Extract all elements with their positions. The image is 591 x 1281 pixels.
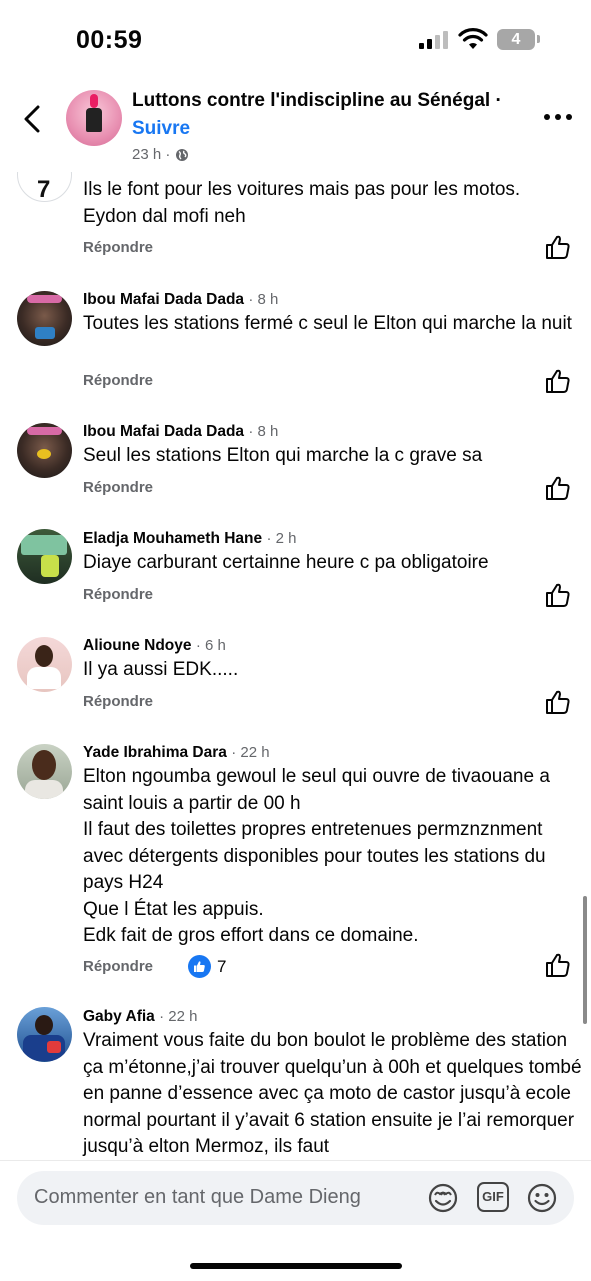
comment-author-line: Alioune Ndoye · 6 h — [83, 637, 226, 655]
comment-input[interactable]: Commenter en tant que Dame Dieng GIF — [17, 1171, 574, 1225]
comment-author-line: Yade Ibrahima Dara · 22 h — [83, 744, 270, 762]
comment-time: · 6 h — [195, 637, 226, 654]
follow-button[interactable]: Suivre — [132, 118, 190, 140]
comment-author[interactable]: Ibou Mafai Dada Dada — [83, 423, 244, 440]
commenter-avatar[interactable]: 7 — [17, 172, 72, 202]
reply-button[interactable]: Répondre — [83, 586, 153, 603]
comment-author[interactable]: Ibou Mafai Dada Dada — [83, 291, 244, 308]
like-icon[interactable] — [545, 582, 571, 608]
commenter-avatar[interactable] — [17, 291, 72, 346]
gif-label: GIF — [482, 1189, 504, 1204]
reply-button[interactable]: Répondre — [83, 239, 153, 256]
comment-time: · 22 h — [159, 1008, 198, 1025]
reaction-summary[interactable]: 7 — [188, 955, 226, 978]
comment-composer: Commenter en tant que Dame Dieng GIF — [0, 1160, 591, 1281]
wifi-icon — [458, 28, 488, 49]
post-time: 23 h · — [132, 146, 171, 163]
reply-button[interactable]: Répondre — [83, 958, 153, 975]
comment-text: Seul les stations Elton qui marche la c … — [83, 445, 483, 466]
comment-author-line: Ibou Mafai Dada Dada · 8 h — [83, 423, 278, 441]
comment-time: · 8 h — [248, 291, 279, 308]
comments-list: 7 Ils le font pour les voitures mais pas… — [0, 172, 591, 1160]
comment-author-line: Gaby Afia · 22 h — [83, 1008, 197, 1026]
cellular-signal-icon — [419, 31, 449, 49]
like-icon[interactable] — [545, 689, 571, 715]
more-options-icon[interactable] — [544, 114, 572, 122]
comment-text: Vraiment vous faite du bon boulot le pro… — [83, 1030, 582, 1157]
comment-time: · 22 h — [231, 744, 270, 761]
like-icon[interactable] — [545, 234, 571, 260]
battery-icon: 4 — [497, 29, 535, 50]
battery-tip — [537, 35, 540, 43]
home-indicator[interactable] — [190, 1263, 402, 1269]
commenter-avatar[interactable] — [17, 637, 72, 692]
reply-button[interactable]: Répondre — [83, 372, 153, 389]
comment-text: Diaye carburant certainne heure c pa obl… — [83, 552, 489, 573]
comment-text: Il ya aussi EDK..... — [83, 659, 239, 680]
comment-author[interactable]: Eladja Mouhameth Hane — [83, 530, 262, 547]
status-bar: 00:59 4 — [0, 0, 591, 80]
emoji-icon[interactable] — [526, 1182, 558, 1214]
comment-time: · 8 h — [248, 423, 279, 440]
gif-icon[interactable]: GIF — [477, 1182, 509, 1212]
ribbon-graphic — [90, 94, 98, 108]
commenter-avatar[interactable] — [17, 423, 72, 478]
comment-text: Ils le font pour les voitures mais pas p… — [83, 179, 521, 227]
like-icon[interactable] — [545, 475, 571, 501]
comment-placeholder: Commenter en tant que Dame Dieng — [34, 1186, 361, 1208]
comment-time: · 2 h — [266, 530, 297, 547]
comment-author[interactable]: Yade Ibrahima Dara — [83, 744, 227, 761]
group-name[interactable]: Luttons contre l'indiscipline au Sénégal… — [132, 90, 502, 112]
comment-author-line: Eladja Mouhameth Hane · 2 h — [83, 530, 296, 548]
commenter-avatar[interactable] — [17, 529, 72, 584]
commenter-avatar[interactable] — [17, 744, 72, 799]
post-meta: 23 h · — [132, 146, 189, 163]
like-icon[interactable] — [545, 368, 571, 394]
like-reaction-icon — [188, 955, 211, 978]
fist-graphic — [86, 108, 102, 132]
reply-button[interactable]: Répondre — [83, 693, 153, 710]
comment-author-line: Ibou Mafai Dada Dada · 8 h — [83, 291, 278, 309]
globe-icon — [176, 148, 189, 161]
sticker-icon[interactable] — [427, 1182, 459, 1214]
reaction-count: 7 — [217, 956, 227, 976]
comment-text: Toutes les stations fermé c seul le Elto… — [83, 313, 572, 334]
comment-author[interactable]: Gaby Afia — [83, 1008, 155, 1025]
status-time: 00:59 — [76, 26, 143, 54]
back-icon[interactable] — [20, 104, 46, 134]
like-icon[interactable] — [545, 952, 571, 978]
comment-author[interactable]: Alioune Ndoye — [83, 637, 192, 654]
post-header: Luttons contre l'indiscipline au Sénégal… — [0, 80, 591, 172]
scrollbar[interactable] — [583, 896, 587, 1024]
group-avatar[interactable] — [66, 90, 122, 146]
comment-text: Elton ngoumba gewoul le seul qui ouvre d… — [83, 766, 550, 946]
reply-button[interactable]: Répondre — [83, 479, 153, 496]
commenter-avatar[interactable] — [17, 1007, 72, 1062]
